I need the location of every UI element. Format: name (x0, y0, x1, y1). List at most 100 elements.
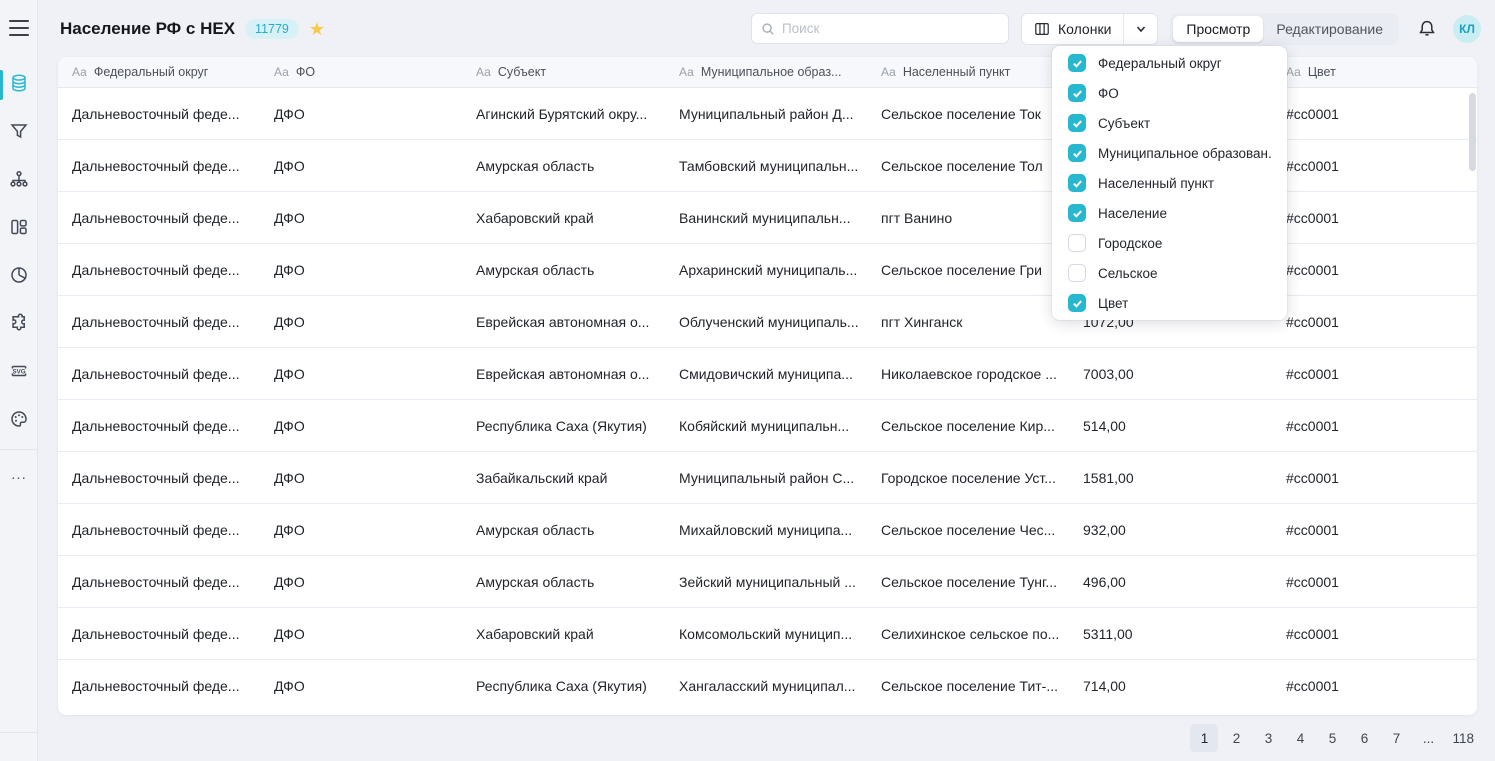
table-cell: ДФО (260, 660, 462, 712)
table-row[interactable]: Дальневосточный феде...ДФОЗабайкальский … (58, 452, 1477, 504)
pagination-page-5[interactable]: 5 (1318, 724, 1346, 752)
columns-button-main[interactable]: Колонки (1022, 14, 1123, 44)
table-cell: 1581,00 (1069, 452, 1272, 503)
sidebar-item-pie-chart[interactable] (0, 253, 38, 301)
pagination-page-2[interactable]: 2 (1222, 724, 1250, 752)
column-header-4[interactable]: АаМуниципальное образ... (665, 57, 867, 87)
notifications-bell-icon[interactable] (1417, 19, 1437, 39)
sidebar-item-svg-file[interactable]: SVG (0, 349, 38, 397)
table-cell: 5311,00 (1069, 608, 1272, 659)
table-cell: #cc0001 (1272, 556, 1477, 607)
column-header-1[interactable]: АаФедеральный округ (58, 57, 260, 87)
table-cell: Городское поселение Уст... (867, 452, 1069, 503)
column-toggle-item[interactable]: Городское (1052, 228, 1287, 258)
column-header-label: Цвет (1308, 65, 1336, 79)
view-mode-tab[interactable]: Просмотр (1173, 16, 1263, 42)
table-cell: Дальневосточный феде... (58, 608, 260, 659)
table-cell: #cc0001 (1272, 452, 1477, 503)
checkbox-unchecked-icon[interactable] (1068, 234, 1086, 252)
pagination-page-3[interactable]: 3 (1254, 724, 1282, 752)
table-cell: Агинский Бурятский окру... (462, 88, 665, 139)
sidebar-divider (0, 449, 37, 450)
edit-mode-tab[interactable]: Редактирование (1263, 16, 1396, 42)
table-row[interactable]: Дальневосточный феде...ДФОЕврейская авто… (58, 348, 1477, 400)
column-toggle-item[interactable]: Цвет (1052, 288, 1287, 318)
column-toggle-item[interactable]: Население (1052, 198, 1287, 228)
sidebar-bottom-divider (0, 732, 38, 733)
table-cell: Дальневосточный феде... (58, 296, 260, 347)
table-row[interactable]: Дальневосточный феде...ДФОАмурская облас… (58, 504, 1477, 556)
table-cell: Дальневосточный феде... (58, 348, 260, 399)
pie-chart-icon (9, 265, 29, 290)
table-cell: ДФО (260, 140, 462, 191)
checkbox-checked-icon[interactable] (1068, 114, 1086, 132)
sidebar-item-hierarchy[interactable] (0, 157, 38, 205)
table-row[interactable]: Дальневосточный феде...ДФОХабаровский кр… (58, 608, 1477, 660)
sidebar-item-puzzle[interactable] (0, 301, 38, 349)
text-type-icon: Аа (72, 65, 87, 79)
svg-text:SVG: SVG (12, 368, 25, 375)
column-toggle-item[interactable]: Сельское (1052, 258, 1287, 288)
table-cell: Амурская область (462, 556, 665, 607)
column-header-2[interactable]: АаФО (260, 57, 462, 87)
table-row[interactable]: Дальневосточный феде...ДФОРеспублика Сах… (58, 660, 1477, 712)
table-cell: Николаевское городское ... (867, 348, 1069, 399)
chevron-down-icon (1135, 23, 1147, 35)
table-row[interactable]: Дальневосточный феде...ДФОАмурская облас… (58, 556, 1477, 608)
user-avatar[interactable]: КЛ (1453, 15, 1481, 43)
column-header-3[interactable]: АаСубъект (462, 57, 665, 87)
sidebar-item-filter[interactable] (0, 109, 38, 157)
column-header-label: Муниципальное образ... (701, 65, 842, 79)
mode-toggle: Просмотр Редактирование (1170, 13, 1399, 45)
sidebar-item-palette[interactable] (0, 397, 38, 445)
column-header-7[interactable]: АаЦвет (1272, 57, 1477, 87)
page-title: Население РФ с НЕХ (60, 19, 235, 39)
column-toggle-item[interactable]: Населенный пункт (1052, 168, 1287, 198)
column-header-5[interactable]: АаНаселенный пункт (867, 57, 1069, 87)
vertical-scrollbar[interactable] (1469, 93, 1476, 171)
sidebar-more-icon[interactable]: ... (0, 454, 38, 494)
table-cell: Амурская область (462, 504, 665, 555)
table-cell: Селихинское сельское по... (867, 608, 1069, 659)
table-cell: ДФО (260, 348, 462, 399)
column-toggle-item[interactable]: Федеральный округ (1052, 48, 1287, 78)
table-cell: #cc0001 (1272, 608, 1477, 659)
table-cell: ДФО (260, 452, 462, 503)
column-toggle-label: Муниципальное образован... (1098, 146, 1271, 161)
pagination-page-4[interactable]: 4 (1286, 724, 1314, 752)
pagination-page-1[interactable]: 1 (1190, 724, 1218, 752)
sidebar-item-layout[interactable] (0, 205, 38, 253)
pagination-page-118[interactable]: 118 (1446, 724, 1480, 752)
table-cell: Хабаровский край (462, 608, 665, 659)
table-cell: 714,00 (1069, 660, 1272, 712)
checkbox-checked-icon[interactable] (1068, 174, 1086, 192)
checkbox-checked-icon[interactable] (1068, 294, 1086, 312)
table-cell: Еврейская автономная о... (462, 348, 665, 399)
column-toggle-item[interactable]: Муниципальное образован... (1052, 138, 1287, 168)
checkbox-checked-icon[interactable] (1068, 204, 1086, 222)
table-cell: Республика Саха (Якутия) (462, 660, 665, 712)
column-toggle-item[interactable]: Субъект (1052, 108, 1287, 138)
column-toggle-label: ФО (1098, 86, 1119, 101)
text-type-icon: Аа (476, 65, 491, 79)
table-cell: Дальневосточный феде... (58, 192, 260, 243)
table-cell: Хангаласский муниципал... (665, 660, 867, 712)
checkbox-unchecked-icon[interactable] (1068, 264, 1086, 282)
columns-dropdown-toggle[interactable] (1123, 14, 1157, 44)
checkbox-checked-icon[interactable] (1068, 54, 1086, 72)
favorite-star-icon[interactable]: ★ (309, 20, 325, 38)
hamburger-menu-icon[interactable] (9, 20, 29, 36)
pagination-page-6[interactable]: 6 (1350, 724, 1378, 752)
table-cell: пгт Ванино (867, 192, 1069, 243)
table-row[interactable]: Дальневосточный феде...ДФОРеспублика Сах… (58, 400, 1477, 452)
column-toggle-item[interactable]: ФО (1052, 78, 1287, 108)
checkbox-checked-icon[interactable] (1068, 144, 1086, 162)
checkbox-checked-icon[interactable] (1068, 84, 1086, 102)
table-cell: Сельское поселение Тит-... (867, 660, 1069, 712)
sidebar-item-database[interactable] (0, 61, 38, 109)
table-cell: Сельское поселение Гри (867, 244, 1069, 295)
row-count-badge: 11779 (245, 19, 299, 39)
search-input[interactable]: Поиск (751, 13, 1009, 44)
pagination-ellipsis: ... (1414, 724, 1442, 752)
pagination-page-7[interactable]: 7 (1382, 724, 1410, 752)
